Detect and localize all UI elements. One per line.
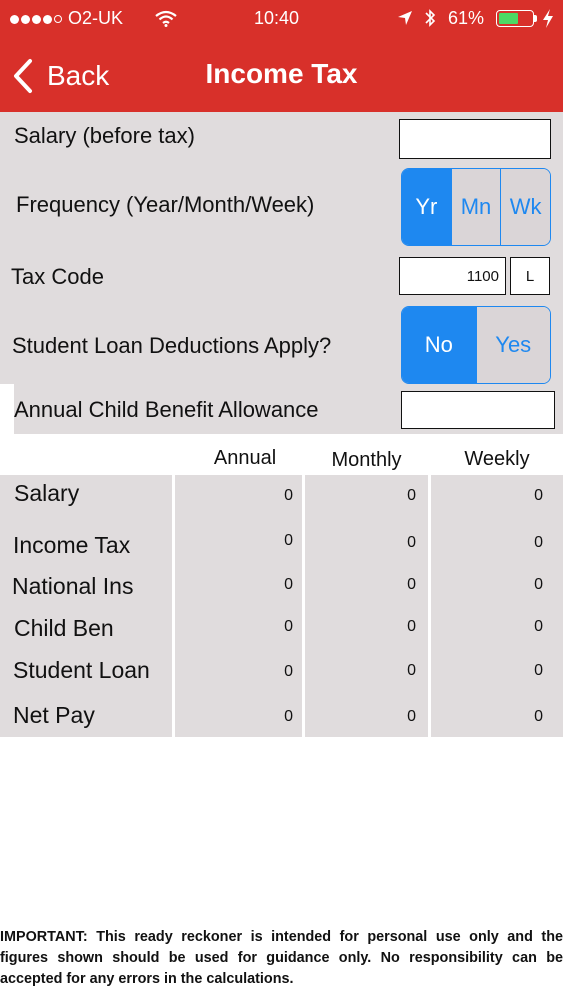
frequency-label: Frequency (Year/Month/Week)	[16, 192, 315, 217]
net-pay-annual: 0	[284, 708, 293, 725]
header-monthly: Monthly	[331, 449, 402, 471]
net-pay-weekly: 0	[534, 708, 543, 725]
child-benefit-input[interactable]	[401, 391, 555, 429]
clock-time: 10:40	[254, 8, 300, 28]
charging-bolt-icon	[543, 9, 553, 28]
student-loan-option-no[interactable]: No	[402, 307, 476, 383]
carrier-name: O2-UK	[68, 8, 124, 28]
tax-code-label: Tax Code	[11, 264, 104, 289]
header-annual: Annual	[213, 447, 277, 469]
table-weekly-column	[431, 475, 563, 737]
income-tax-weekly: 0	[534, 534, 543, 551]
student-loan-segmented-control[interactable]: No Yes	[401, 306, 551, 384]
form-edge-gap	[0, 384, 14, 434]
row-label-net-pay: Net Pay	[13, 702, 95, 728]
row-label-student-loan: Student Loan	[13, 657, 150, 683]
salary-label: Salary (before tax)	[14, 123, 195, 148]
income-tax-annual: 0	[284, 532, 293, 549]
salary-annual: 0	[284, 487, 293, 504]
app-header: O2-UK 10:40 61% Back Income Tax	[0, 0, 563, 112]
bluetooth-icon	[425, 9, 436, 27]
signal-strength-icon	[10, 8, 64, 30]
table-monthly-column	[305, 475, 428, 737]
frequency-option-year[interactable]: Yr	[402, 169, 451, 245]
child-benefit-label: Annual Child Benefit Allowance	[14, 397, 319, 422]
frequency-option-week[interactable]: Wk	[500, 169, 550, 245]
student-loan-monthly: 0	[407, 662, 416, 679]
wifi-icon	[155, 10, 177, 27]
student-loan-label: Student Loan Deductions Apply?	[12, 333, 332, 358]
row-label-national-ins: National Ins	[12, 573, 134, 599]
header-weekly: Weekly	[464, 448, 530, 470]
child-ben-monthly: 0	[407, 618, 416, 635]
battery-cap	[534, 15, 537, 22]
table-annual-column	[175, 475, 302, 737]
table-label-column	[0, 475, 172, 737]
battery-percent: 61%	[448, 8, 485, 28]
student-loan-weekly: 0	[534, 662, 543, 679]
salary-input[interactable]	[399, 119, 551, 159]
row-label-salary: Salary	[14, 480, 80, 506]
battery-level-fill	[499, 13, 518, 24]
row-label-income-tax: Income Tax	[13, 532, 131, 558]
net-pay-monthly: 0	[407, 708, 416, 725]
child-ben-weekly: 0	[534, 618, 543, 635]
frequency-option-month[interactable]: Mn	[450, 169, 501, 245]
salary-monthly: 0	[407, 487, 416, 504]
tax-code-letter-input[interactable]: L	[510, 257, 550, 295]
national-ins-annual: 0	[284, 576, 293, 593]
income-tax-monthly: 0	[407, 534, 416, 551]
child-ben-annual: 0	[284, 618, 293, 635]
page-title: Income Tax	[205, 58, 358, 89]
student-loan-option-yes[interactable]: Yes	[475, 307, 550, 383]
student-loan-annual: 0	[284, 663, 293, 680]
national-ins-weekly: 0	[534, 576, 543, 593]
national-ins-monthly: 0	[407, 576, 416, 593]
battery-icon	[496, 10, 534, 27]
row-label-child-ben: Child Ben	[14, 615, 114, 641]
disclaimer-text: IMPORTANT: This ready reckoner is intend…	[0, 929, 563, 987]
frequency-segmented-control[interactable]: Yr Mn Wk	[401, 168, 551, 246]
location-arrow-icon	[398, 11, 412, 25]
tax-code-number-input[interactable]: 1100	[399, 257, 506, 295]
salary-weekly: 0	[534, 487, 543, 504]
